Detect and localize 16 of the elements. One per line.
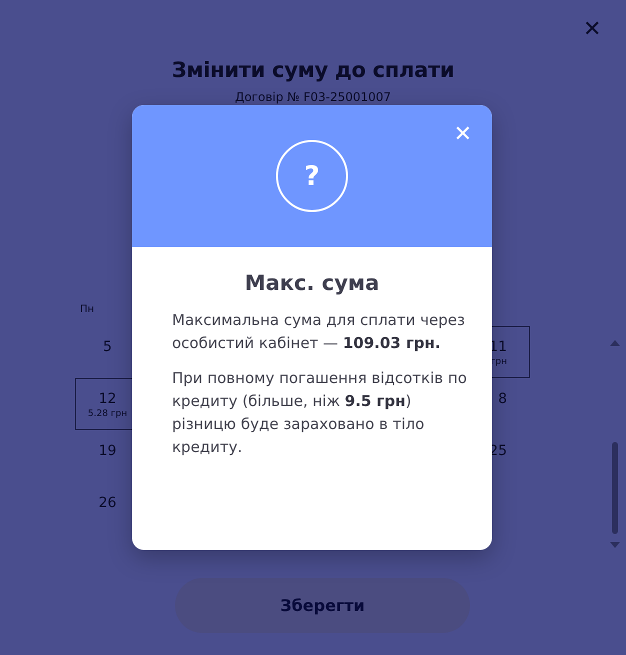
contract-number: Договір № F03-25001007 bbox=[234, 90, 392, 104]
day-number: 8 bbox=[498, 391, 507, 407]
day-number: 26 bbox=[98, 495, 116, 511]
day-amount: 5.28 грн bbox=[88, 409, 128, 419]
weekday-label: Пн bbox=[80, 304, 94, 315]
day-number: 19 bbox=[98, 443, 116, 459]
close-button[interactable]: ✕ bbox=[454, 121, 472, 149]
page-title: Змінити суму до сплати bbox=[172, 58, 454, 82]
close-icon[interactable]: ✕ bbox=[583, 17, 602, 43]
dialog-text: При повному погашення відсотків по кредиту (більше, ніж 9.5 грн) різницю буде зараховано в тіло кредиту. bbox=[172, 368, 468, 458]
day-number: 5 bbox=[103, 339, 112, 355]
dialog-title: Макс. сума bbox=[244, 271, 380, 295]
question-icon: ? bbox=[276, 140, 348, 212]
dialog-text: Максимальна сума для сплати через особистий кабінет — 109.03 грн. bbox=[172, 310, 466, 354]
day-number: 12 bbox=[98, 391, 116, 407]
save-button[interactable]: Зберегти bbox=[175, 578, 470, 633]
